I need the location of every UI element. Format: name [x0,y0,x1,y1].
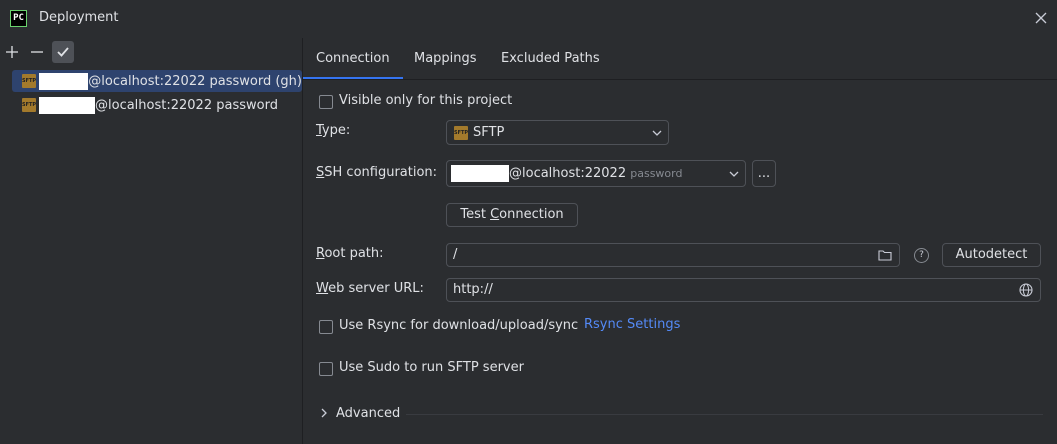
chevron-down-icon [729,171,739,177]
web-server-url-value: http:// [453,282,493,297]
plus-icon [6,46,18,58]
root-path-label: Root path: [316,246,384,261]
rsync-settings-link[interactable]: Rsync Settings [584,317,680,332]
root-path-field[interactable]: / [446,243,900,267]
type-select[interactable]: SFTP SFTP [446,120,669,145]
server-item[interactable]: SFTP @localhost:22022 password [12,94,302,116]
folder-icon[interactable] [878,249,892,261]
globe-icon[interactable] [1019,283,1033,297]
ssh-configuration-value: @localhost:22022 password [509,166,683,181]
chevron-right-icon[interactable] [318,407,330,419]
web-server-url-field[interactable]: http:// [446,278,1041,302]
chevron-down-icon [652,130,662,136]
window-title: Deployment [39,10,119,25]
pycharm-logo-icon: PC [10,10,27,27]
title-bar: PC Deployment [0,0,1057,38]
minus-icon [31,51,43,53]
server-item-gh[interactable]: SFTP @localhost:22022 password (gh) [12,70,302,92]
visible-only-checkbox[interactable] [319,95,333,109]
sudo-checkbox[interactable] [319,362,333,376]
advanced-section-toggle[interactable]: Advanced [336,406,400,421]
visible-only-label: Visible only for this project [339,93,513,108]
tab-excluded-paths[interactable]: Excluded Paths [488,42,613,80]
remove-server-button[interactable] [26,41,48,63]
redacted-username [39,96,95,114]
set-default-button[interactable] [52,41,74,63]
ssh-configuration-select[interactable]: @localhost:22022 password [446,160,746,187]
sftp-icon: SFTP [22,98,36,112]
close-icon[interactable] [1032,9,1050,27]
redacted-username [39,72,89,90]
add-server-button[interactable] [1,41,23,63]
rsync-checkbox[interactable] [319,320,333,334]
web-server-url-label: Web server URL: [316,281,424,296]
server-item-label: @localhost:22022 password (gh) [88,73,302,89]
autodetect-button[interactable]: Autodetect [942,243,1041,267]
sftp-icon: SFTP [454,126,468,140]
sudo-label: Use Sudo to run SFTP server [339,360,524,375]
advanced-divider [406,414,1043,415]
ssh-configuration-more-button[interactable]: ... [752,160,776,187]
test-connection-button[interactable]: Test Connection [446,203,578,227]
checkmark-icon [57,47,69,57]
tab-mappings[interactable]: Mappings [401,42,490,80]
type-label: Type: [316,123,351,138]
sftp-icon: SFTP [22,74,36,88]
root-path-value: / [453,247,458,262]
ssh-configuration-label: SSH configuration: [316,165,438,180]
help-icon[interactable]: ? [914,248,929,263]
redacted-username [451,165,509,182]
type-value: SFTP [473,125,505,140]
server-item-label: @localhost:22022 password [95,97,278,113]
rsync-label: Use Rsync for download/upload/sync [339,318,579,333]
tab-connection[interactable]: Connection [303,42,403,80]
tab-divider [303,79,1057,80]
